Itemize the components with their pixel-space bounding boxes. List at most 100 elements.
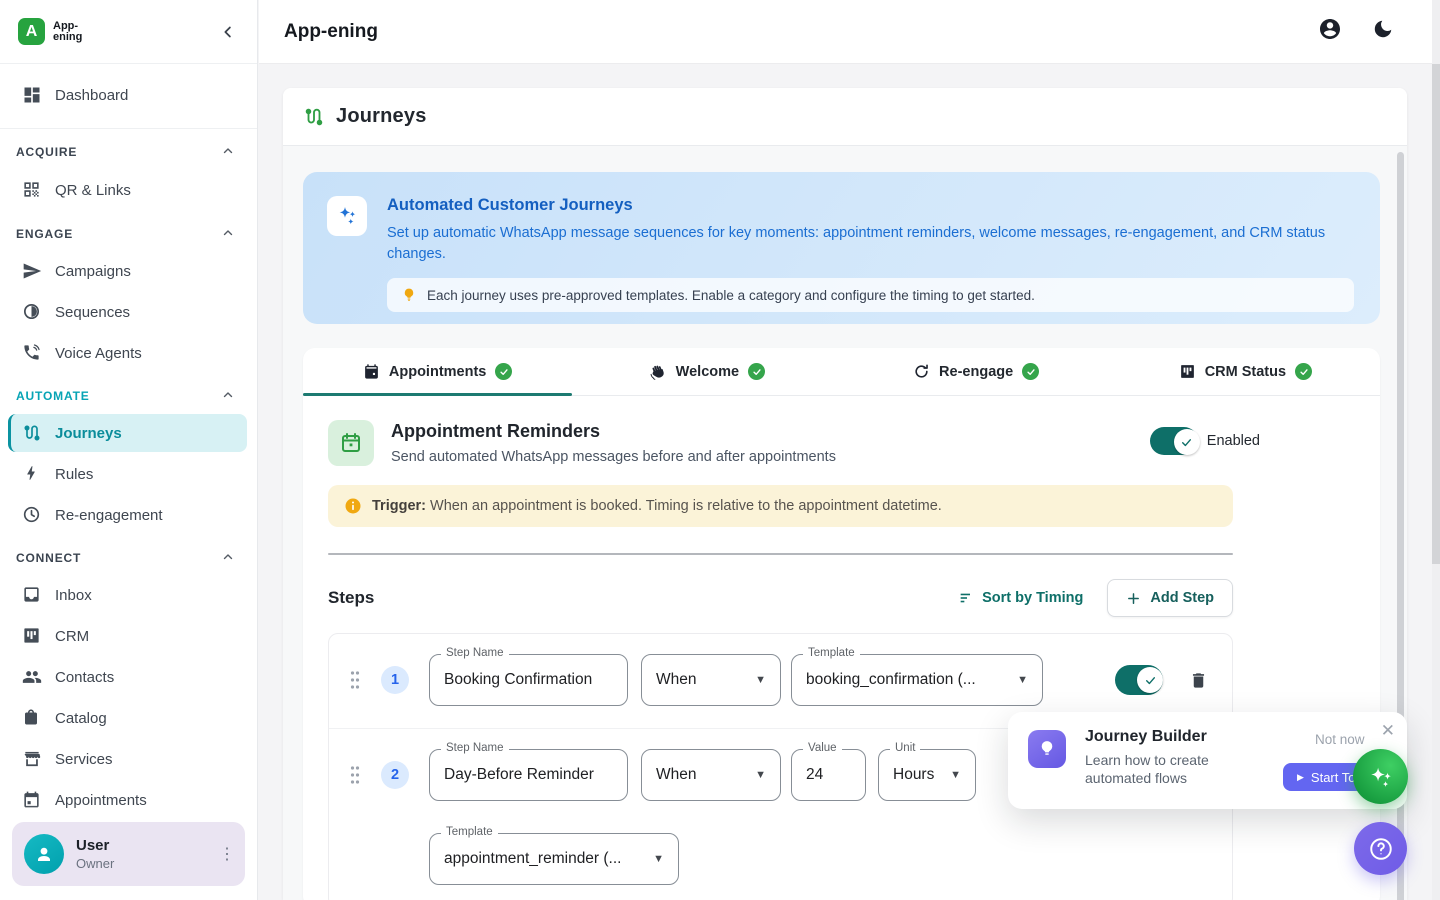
- check-badge-icon: [1022, 363, 1039, 380]
- sidebar-item-dashboard[interactable]: Dashboard: [0, 75, 257, 115]
- kebab-menu-icon[interactable]: ⋮: [219, 852, 233, 857]
- add-step-button[interactable]: Add Step: [1107, 579, 1233, 617]
- caret-down-icon: ▼: [643, 853, 664, 865]
- step-name-input[interactable]: Step Name Day-Before Reminder: [429, 749, 628, 801]
- journey-subtitle: Send automated WhatsApp messages before …: [391, 449, 836, 465]
- caret-down-icon: ▼: [745, 769, 766, 781]
- step-number: 1: [381, 666, 409, 694]
- toggle-check-icon: [1137, 667, 1163, 693]
- caret-down-icon: ▼: [940, 769, 961, 781]
- value-input[interactable]: Value 24: [791, 749, 866, 801]
- chevron-up-icon: [221, 388, 235, 405]
- steps-title: Steps: [328, 588, 374, 608]
- sort-icon: [958, 590, 974, 606]
- kanban-icon: [22, 626, 42, 646]
- section-acquire[interactable]: ACQUIRE: [0, 142, 257, 162]
- divider: [0, 128, 257, 129]
- send-icon: [22, 261, 42, 281]
- clock-icon: [22, 505, 42, 525]
- steps-header: Steps Sort by Timing Add Step: [328, 579, 1233, 617]
- not-now-button[interactable]: Not now: [1315, 732, 1365, 747]
- user-card[interactable]: User Owner ⋮: [12, 822, 245, 886]
- chevron-up-icon: [221, 144, 235, 161]
- sidebar-item-re-engagement[interactable]: Re-engagement: [0, 496, 257, 534]
- section-engage[interactable]: ENGAGE: [0, 224, 257, 244]
- sidebar-item-catalog[interactable]: Catalog: [0, 699, 257, 737]
- sidebar-item-qr-links[interactable]: QR & Links: [0, 171, 257, 209]
- tab-appointments[interactable]: Appointments: [303, 348, 572, 395]
- topbar-title: App-ening: [284, 21, 378, 43]
- sequence-icon: [22, 302, 42, 322]
- dashboard-icon: [22, 85, 42, 105]
- shopping-bag-icon: [22, 708, 42, 728]
- app-logo-text: App-ening: [53, 21, 82, 43]
- journey-header: Appointment Reminders Send automated Wha…: [328, 420, 1260, 466]
- topbar: App-ening: [259, 0, 1440, 64]
- when-select[interactable]: When ▼: [641, 654, 781, 706]
- template-select[interactable]: Template appointment_reminder (... ▼: [429, 833, 679, 885]
- help-fab[interactable]: [1354, 822, 1407, 875]
- journeys-card: Appointments Welcome Re-engage CRM Statu…: [303, 348, 1380, 900]
- tab-re-engage[interactable]: Re-engage: [842, 348, 1111, 395]
- sidebar-item-campaigns[interactable]: Campaigns: [0, 252, 257, 290]
- lightbulb-icon: [401, 287, 417, 303]
- window-scrollbar[interactable]: [1432, 0, 1440, 900]
- step-number: 2: [381, 761, 409, 789]
- toggle-check-icon: [1174, 429, 1200, 455]
- step-enabled-toggle[interactable]: [1115, 665, 1163, 695]
- tab-welcome[interactable]: Welcome: [572, 348, 841, 395]
- sidebar-header: A App-ening: [0, 0, 257, 64]
- user-role: Owner: [76, 856, 207, 871]
- section-automate[interactable]: AUTOMATE: [0, 386, 257, 406]
- sidebar-item-inbox[interactable]: Inbox: [0, 576, 257, 614]
- app-logo-icon: A: [18, 18, 45, 45]
- toast-subtitle: Learn how to create automated flows: [1085, 751, 1255, 787]
- info-banner: Automated Customer Journeys Set up autom…: [303, 172, 1380, 324]
- sidebar-item-rules[interactable]: Rules: [0, 455, 257, 493]
- template-select[interactable]: Template booking_confirmation (... ▼: [791, 654, 1043, 706]
- question-mark-icon: [1368, 836, 1394, 862]
- sidebar-item-crm[interactable]: CRM: [0, 617, 257, 655]
- tabs-row: Appointments Welcome Re-engage CRM Statu…: [303, 348, 1380, 396]
- storefront-icon: [22, 749, 42, 769]
- window-scrollbar-thumb[interactable]: [1432, 64, 1440, 564]
- plus-icon: [1126, 591, 1141, 606]
- toast-title: Journey Builder: [1085, 728, 1207, 746]
- sidebar-item-journeys[interactable]: Journeys: [8, 414, 247, 452]
- refresh-icon: [913, 363, 930, 380]
- check-badge-icon: [748, 363, 765, 380]
- banner-note: Each journey uses pre-approved templates…: [387, 278, 1354, 312]
- sidebar-item-services[interactable]: Services: [0, 740, 257, 778]
- sidebar-collapse-icon[interactable]: [219, 23, 237, 41]
- step-name-input[interactable]: Step Name Booking Confirmation: [429, 654, 628, 706]
- sidebar-item-contacts[interactable]: Contacts: [0, 658, 257, 696]
- drag-handle-icon[interactable]: [349, 764, 361, 786]
- qr-code-icon: [22, 180, 42, 200]
- app-logo[interactable]: A App-ening: [18, 18, 82, 45]
- toggle-label: Enabled: [1207, 433, 1260, 449]
- tab-crm-status[interactable]: CRM Status: [1111, 348, 1380, 395]
- drag-handle-icon[interactable]: [349, 669, 361, 691]
- sparkles-icon: [1367, 763, 1395, 791]
- sort-by-timing-button[interactable]: Sort by Timing: [958, 590, 1083, 606]
- unit-select[interactable]: Unit Hours ▼: [878, 749, 976, 801]
- page-header: Journeys: [283, 88, 1407, 146]
- ai-assistant-fab[interactable]: [1353, 749, 1408, 804]
- user-name: User: [76, 837, 207, 854]
- when-select[interactable]: When ▼: [641, 749, 781, 801]
- close-icon[interactable]: ✕: [1381, 721, 1395, 741]
- sidebar-item-sequences[interactable]: Sequences: [0, 293, 257, 331]
- page-title: Journeys: [336, 105, 427, 128]
- dark-mode-moon-icon[interactable]: [1372, 18, 1394, 45]
- sidebar-item-voice-agents[interactable]: Voice Agents: [0, 334, 257, 372]
- account-icon[interactable]: [1318, 17, 1342, 46]
- calendar-green-icon: [328, 420, 374, 466]
- lightning-icon: [22, 464, 42, 484]
- section-connect[interactable]: CONNECT: [0, 548, 257, 568]
- journey-enabled-toggle[interactable]: [1150, 427, 1198, 455]
- delete-step-icon[interactable]: [1189, 671, 1208, 690]
- chevron-up-icon: [221, 226, 235, 243]
- sidebar-nav: Dashboard ACQUIRE QR & Links ENGAGE Camp…: [0, 75, 257, 819]
- people-icon: [22, 667, 42, 687]
- journey-title: Appointment Reminders: [391, 421, 836, 442]
